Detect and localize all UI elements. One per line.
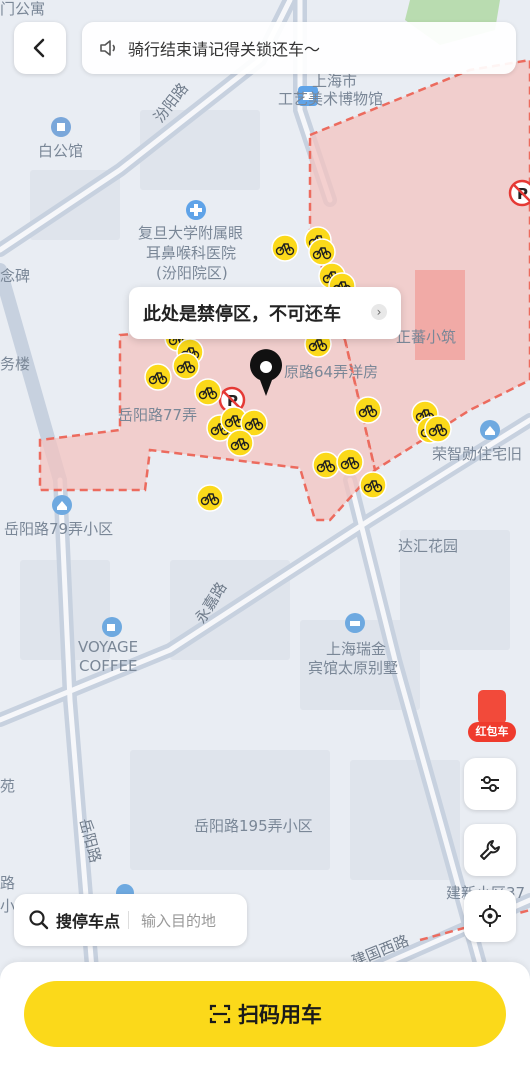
search-parking-label: 搜停车点 (56, 912, 121, 931)
notice-text: 骑行结束请记得关锁还车～ (128, 40, 321, 59)
back-button[interactable] (14, 22, 66, 74)
scan-to-ride-button[interactable]: 扫码用车 (24, 981, 506, 1047)
crosshair-icon (479, 905, 501, 927)
bottom-sheet: 扫码用车 (0, 962, 530, 1067)
map-label-yueyang77: 岳阳路77弄 (118, 406, 198, 424)
building-icon (51, 117, 71, 137)
wrench-icon (480, 840, 500, 860)
locate-button[interactable] (464, 890, 516, 942)
notice-banner: 骑行结束请记得关锁还车～ (82, 22, 516, 74)
map-label-yueyang195: 岳阳路195弄小区 (194, 817, 313, 835)
bike-marker[interactable] (336, 448, 364, 476)
map-label-lu-left: 路 (0, 874, 16, 892)
bike-marker[interactable] (308, 238, 336, 266)
hospital-icon (186, 200, 206, 220)
red-packet-label: 红包车 (468, 722, 516, 742)
chevron-left-icon (33, 38, 45, 58)
hotel-icon (345, 613, 365, 633)
sliders-icon (481, 776, 499, 792)
parking-search-box[interactable]: 搜停车点 输入目的地 (14, 894, 247, 946)
map-label-hospital-2: 耳鼻喉科医院 (146, 244, 237, 262)
search-divider (128, 911, 130, 929)
bike-marker[interactable] (359, 471, 387, 499)
scan-label: 扫码用车 (238, 1003, 322, 1027)
bike-marker[interactable] (354, 396, 382, 424)
speaker-icon (100, 40, 116, 56)
tooltip-text: 此处是禁停区，不可还车 (143, 304, 341, 325)
residence-icon-2 (52, 495, 72, 515)
red-packet-icon (478, 690, 506, 724)
bike-marker[interactable] (226, 429, 254, 457)
no-parking-tooltip[interactable]: 此处是禁停区，不可还车 › (129, 287, 401, 339)
map-label-hospital-3: (汾阳院区) (156, 264, 228, 282)
repair-button[interactable] (464, 824, 516, 876)
map-label-wulou: 务楼 (0, 355, 31, 373)
map-label-dahui: 达汇花园 (398, 537, 459, 555)
chevron-right-icon: › (371, 304, 387, 320)
red-packet-bike-button[interactable]: 红包车 (468, 690, 516, 744)
map-label-yuan: 苑 (0, 777, 16, 795)
map-label-ruijin-2: 宾馆太原别墅 (308, 659, 399, 677)
map-label-gongyu: 门公寓 (0, 0, 46, 18)
bike-marker[interactable] (172, 352, 200, 380)
bike-marker[interactable] (196, 484, 224, 512)
bike-marker[interactable] (144, 363, 172, 391)
coffee-icon (102, 617, 122, 637)
map-label-voyage-2: COFFEE (79, 657, 138, 675)
bike-marker[interactable] (312, 451, 340, 479)
bike-marker[interactable] (271, 234, 299, 262)
filter-button[interactable] (464, 758, 516, 810)
residence-icon (480, 420, 500, 440)
map-label-jinianbei: 念碑 (0, 267, 31, 285)
bike-marker[interactable] (424, 415, 452, 443)
map-label-yueyang79: 岳阳路79弄小区 (4, 520, 114, 538)
map-label-fenyang64: 原路64弄洋房 (284, 363, 379, 381)
map-label-voyage-1: VOYAGE (78, 638, 139, 656)
scan-icon (209, 1004, 231, 1024)
map-label-rongzhi: 荣智勋住宅旧 (432, 445, 523, 463)
map-label-ruijin-1: 上海瑞金 (326, 640, 387, 658)
bike-marker[interactable] (194, 378, 222, 406)
map-label-gongyi-museum-2: 工艺美术博物馆 (278, 90, 384, 108)
map-label-hospital-1: 复旦大学附属眼 (138, 224, 244, 242)
map-label-zhengfan: 正蕃小筑 (396, 328, 457, 346)
map-label-xiao-left: 小 (0, 897, 16, 915)
no-parking-icon-2: P (508, 179, 530, 207)
map-label-baigongguan: 白公馆 (38, 142, 84, 160)
search-icon (29, 910, 49, 930)
destination-input[interactable]: 输入目的地 (141, 910, 216, 931)
